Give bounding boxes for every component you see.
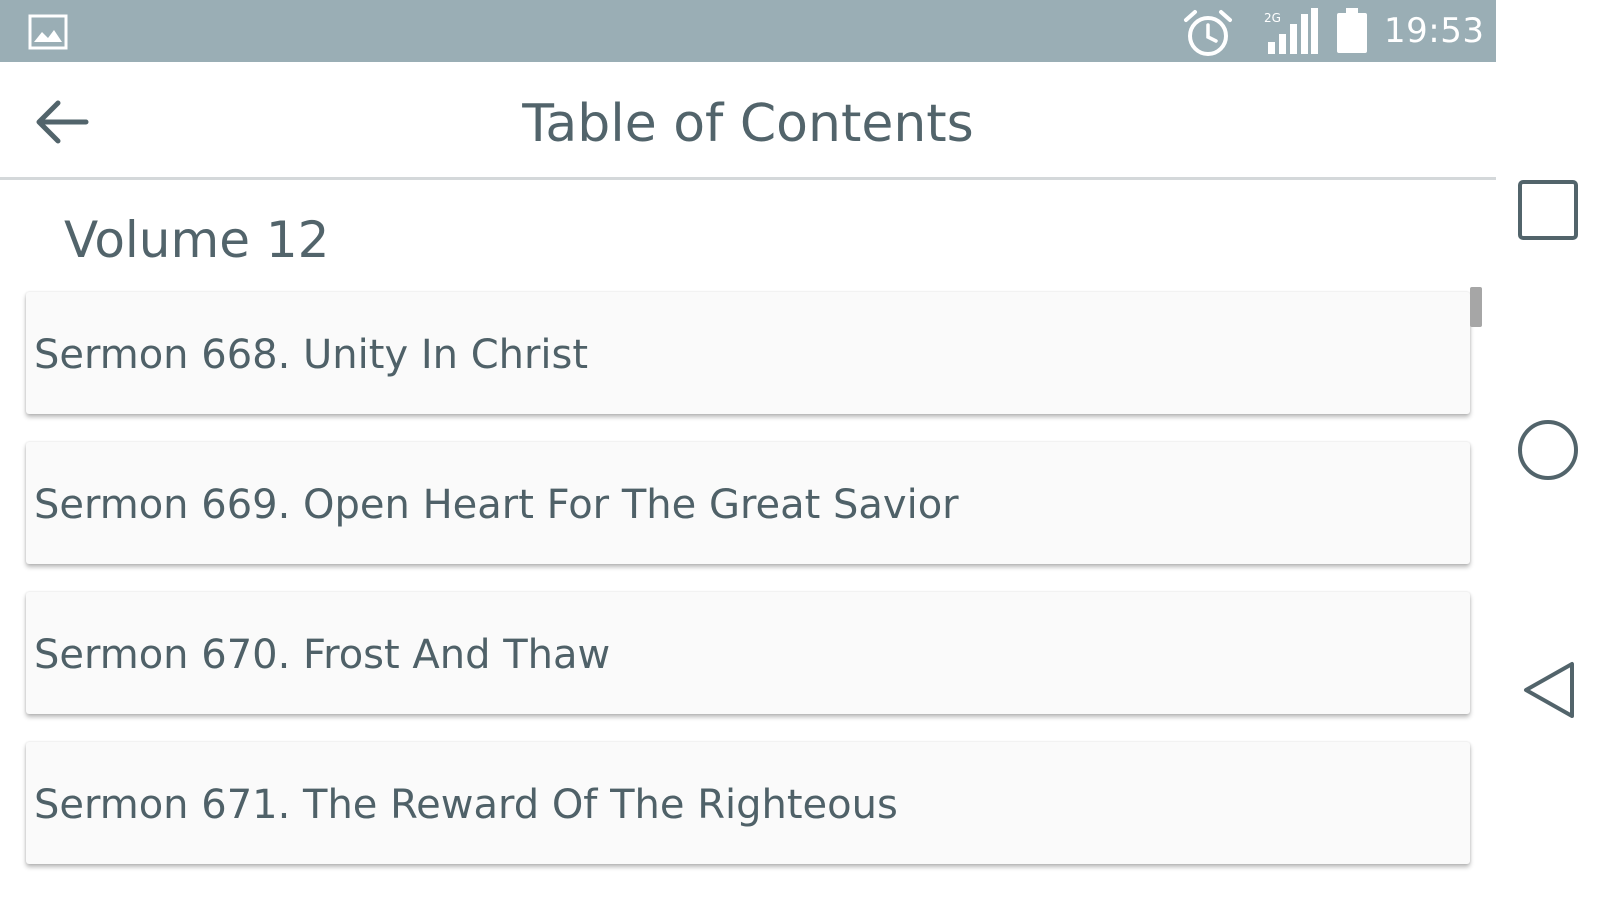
gallery-icon	[28, 14, 68, 50]
navigation-bar	[1496, 0, 1600, 900]
page-title: Table of Contents	[522, 94, 974, 154]
screen: 2G 19:53 Table of Contents Volume 12 Ser…	[0, 0, 1496, 900]
sermon-list-item[interactable]: Sermon 670. Frost And Thaw	[26, 592, 1470, 714]
alarm-icon	[1184, 10, 1232, 56]
sermon-title: Sermon 669. Open Heart For The Great Sav…	[34, 482, 959, 528]
sermon-title: Sermon 670. Frost And Thaw	[34, 632, 611, 678]
sermon-title: Sermon 671. The Reward Of The Righteous	[34, 782, 898, 828]
network-type-label: 2G	[1264, 11, 1281, 25]
sermon-title: Sermon 668. Unity In Christ	[34, 332, 589, 378]
sermon-list-item[interactable]: Sermon 671. The Reward Of The Righteous	[26, 742, 1470, 864]
app-bar: Table of Contents	[0, 62, 1496, 180]
recents-square-icon[interactable]	[1510, 172, 1586, 248]
status-bar: 2G 19:53	[0, 0, 1496, 62]
back-triangle-icon[interactable]	[1510, 652, 1586, 728]
sermon-list: Sermon 668. Unity In Christ Sermon 669. …	[26, 292, 1470, 892]
battery-icon	[1337, 8, 1367, 53]
home-circle-icon[interactable]	[1510, 412, 1586, 488]
sermon-list-item[interactable]: Sermon 668. Unity In Christ	[26, 292, 1470, 414]
volume-title: Volume 12	[64, 211, 330, 269]
status-time: 19:53	[1384, 11, 1485, 51]
scrollbar-thumb[interactable]	[1470, 287, 1482, 327]
back-arrow-icon[interactable]	[30, 92, 94, 152]
signal-icon: 2G	[1264, 8, 1318, 54]
content-area[interactable]: Volume 12 Sermon 668. Unity In Christ Se…	[0, 183, 1496, 900]
sermon-list-item[interactable]: Sermon 669. Open Heart For The Great Sav…	[26, 442, 1470, 564]
